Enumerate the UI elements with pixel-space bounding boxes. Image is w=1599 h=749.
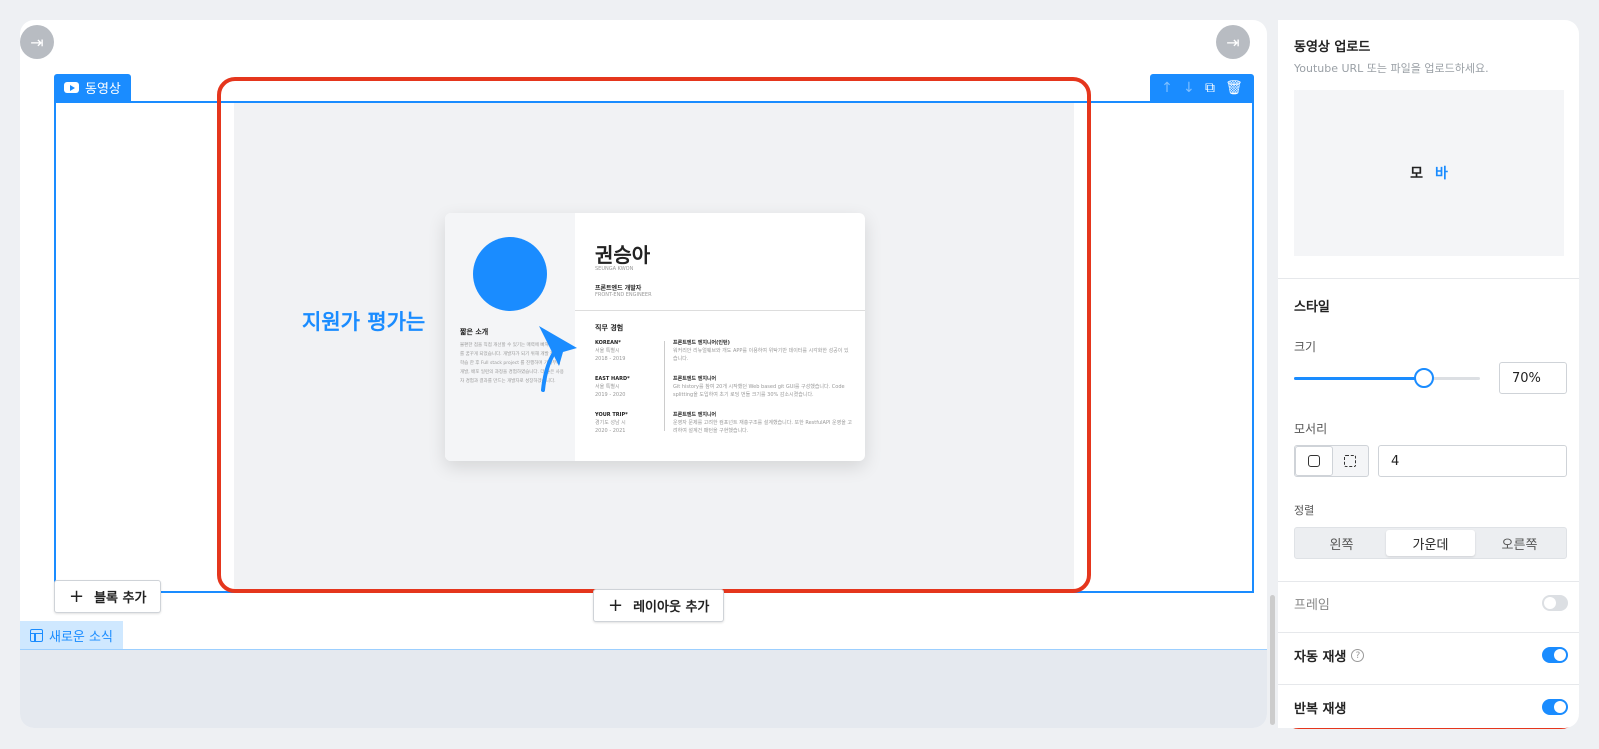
scrollbar[interactable] [1270,595,1275,725]
move-up-icon[interactable]: ↑ [1161,80,1173,96]
section-tab-news[interactable]: 새로운 소식 [20,621,123,649]
divider [1278,278,1579,279]
video-block-label: 동영상 [85,82,121,97]
divider [1278,581,1579,582]
collapse-left-icon[interactable]: ⇥ [20,25,54,59]
size-label: 크기 [1294,340,1317,354]
size-slider-fill [1294,377,1425,380]
section-area[interactable] [20,649,1267,728]
plus-icon: + [69,586,85,607]
loop-toggle[interactable] [1542,699,1568,715]
collapse-right-icon[interactable]: ⇥ [1216,25,1250,59]
corners-icon [1344,455,1357,467]
video-upload-preview[interactable]: 모 바 [1294,90,1564,256]
video-upload-desc: Youtube URL 또는 파일을 업로드하세요. [1294,62,1489,75]
divider [1278,684,1579,685]
copy-icon[interactable]: ⧉ [1205,80,1215,96]
move-down-icon[interactable]: ↓ [1183,80,1195,96]
corner-uniform-button[interactable] [1295,446,1333,476]
style-title: 스타일 [1294,300,1330,315]
corner-mode-group [1294,445,1369,477]
frame-toggle[interactable] [1542,595,1568,611]
corner-individual-button[interactable] [1333,446,1369,476]
delete-icon[interactable]: 🗑 [1225,80,1243,96]
help-icon[interactable]: ? [1351,649,1365,662]
autoplay-label: 자동 재생 ? [1294,646,1365,665]
size-slider[interactable] [1294,368,1480,388]
layout-icon [30,628,43,642]
corner-radius-input[interactable]: 4 [1378,445,1567,477]
loop-label: 반복 재생 [1294,702,1347,717]
video-upload-title: 동영상 업로드 [1294,40,1371,55]
size-slider-handle[interactable] [1414,368,1435,388]
autoplay-toggle[interactable] [1542,647,1568,663]
divider [1278,632,1579,633]
add-block-button[interactable]: + 블록 추가 [54,580,162,613]
align-center-option[interactable]: 가운데 [1386,530,1475,556]
align-right-option[interactable]: 오른쪽 [1475,530,1564,556]
corner-label: 모서리 [1294,422,1328,436]
align-left-option[interactable]: 왼쪽 [1297,530,1386,556]
video-block-tab[interactable]: 동영상 [54,74,131,101]
youtube-icon [64,82,79,93]
frame-label: 프레임 [1294,598,1330,613]
add-layout-button[interactable]: + 레이아웃 추가 [593,589,725,622]
align-label: 정렬 [1294,504,1315,517]
block-toolbar: ↑ ↓ ⧉ 🗑 [1150,74,1254,101]
align-segmented-control: 왼쪽 가운데 오른쪽 [1294,527,1567,559]
square-icon [1307,455,1320,467]
plus-icon: + [608,595,624,616]
size-input[interactable]: 70% [1499,362,1567,394]
settings-panel: 동영상 업로드 Youtube URL 또는 파일을 업로드하세요. 모 바 스… [1278,20,1579,728]
highlight-box-video [217,77,1091,593]
